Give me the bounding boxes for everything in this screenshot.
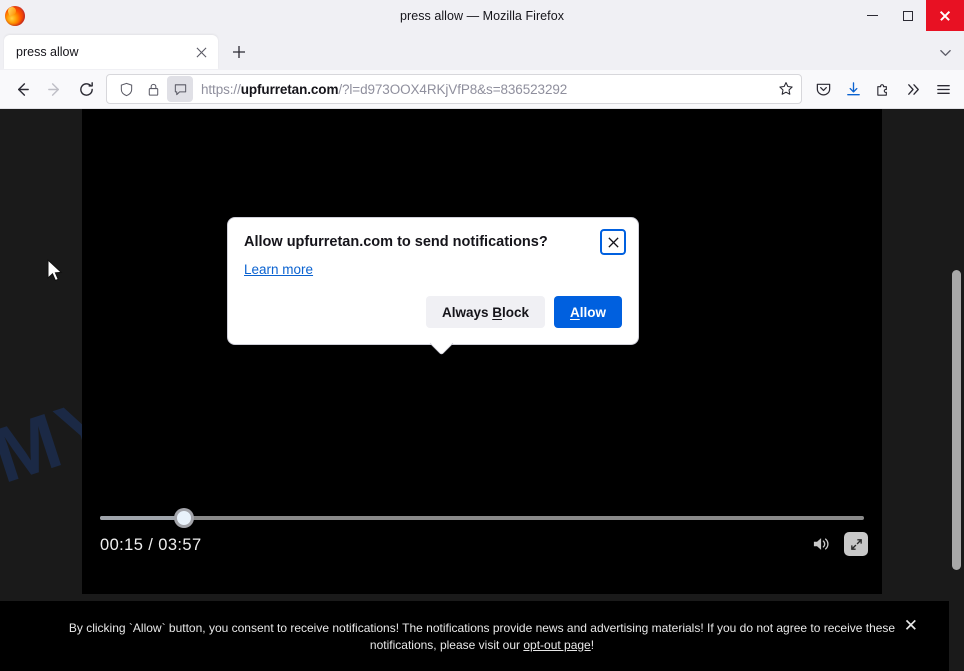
new-tab-button[interactable]: [224, 37, 254, 67]
permission-dialog-title: Allow upfurretan.com to send notificatio…: [244, 234, 548, 250]
url-path: /?l=d973OOX4RKjVfP8&s=836523292: [338, 81, 568, 97]
url-text: https://upfurretan.com/?l=d973OOX4RKjVfP…: [201, 82, 773, 97]
video-controls: 00:15 / 03:57: [82, 494, 882, 594]
overflow-chevron-icon[interactable]: [898, 74, 928, 104]
url-host: upfurretan.com: [240, 81, 339, 97]
tab-close-icon[interactable]: [190, 41, 212, 63]
video-control-buttons: [812, 532, 868, 556]
pocket-icon[interactable]: [808, 74, 838, 104]
video-time-display: 00:15 / 03:57: [100, 536, 202, 554]
hamburger-menu-icon[interactable]: [928, 74, 958, 104]
window-close-button[interactable]: [926, 0, 964, 31]
consent-banner-close-icon[interactable]: ✕: [904, 617, 918, 634]
window-controls: [854, 0, 964, 31]
learn-more-link[interactable]: Learn more: [244, 262, 313, 277]
lock-icon[interactable]: [140, 76, 166, 102]
video-player[interactable]: 00:15 / 03:57: [82, 109, 882, 594]
video-seek-handle[interactable]: [174, 508, 195, 528]
allow-button[interactable]: Allow: [554, 296, 622, 328]
window-minimize-button[interactable]: [854, 0, 890, 31]
reload-button[interactable]: [70, 73, 102, 105]
opt-out-link[interactable]: opt-out page: [523, 638, 590, 652]
video-seek-bar[interactable]: [100, 508, 864, 528]
mouse-cursor: [47, 259, 63, 282]
notification-permission-icon[interactable]: [167, 76, 193, 102]
download-icon[interactable]: [838, 74, 868, 104]
tab-label: press allow: [16, 45, 79, 59]
consent-text-part2: !: [590, 637, 595, 652]
shield-icon[interactable]: [113, 76, 139, 102]
forward-button: [38, 73, 70, 105]
bookmark-star-icon[interactable]: [773, 76, 799, 102]
window-maximize-button[interactable]: [890, 0, 926, 31]
notification-permission-dialog: Allow upfurretan.com to send notificatio…: [227, 217, 639, 345]
tab-strip: press allow: [0, 31, 964, 70]
fullscreen-icon[interactable]: [844, 532, 868, 556]
firefox-logo-icon: [5, 5, 25, 26]
address-bar[interactable]: https://upfurretan.com/?l=d973OOX4RKjVfP…: [106, 74, 802, 104]
page-scrollbar-thumb[interactable]: [952, 270, 961, 570]
tab-press-allow[interactable]: press allow: [4, 35, 218, 69]
identity-box: [113, 76, 193, 102]
consent-text-part1: By clicking `Allow` button, you consent …: [68, 620, 896, 652]
page-scrollbar[interactable]: [949, 109, 964, 671]
window-titlebar: press allow — Mozilla Firefox: [0, 0, 964, 31]
permission-dialog-actions: Always Block Allow: [244, 296, 622, 328]
volume-icon[interactable]: [812, 535, 832, 553]
always-block-button[interactable]: Always Block: [425, 296, 545, 328]
permission-dialog-close-button[interactable]: [600, 229, 626, 255]
window-title: press allow — Mozilla Firefox: [400, 8, 564, 23]
extensions-icon[interactable]: [868, 74, 898, 104]
back-button[interactable]: [6, 73, 38, 105]
consent-banner-text: By clicking `Allow` button, you consent …: [62, 620, 902, 654]
video-seek-progress: [100, 516, 185, 520]
page-content: MYANTISPYWARE.COM 00:15 / 03:57: [0, 109, 964, 671]
url-scheme: https://: [201, 81, 241, 97]
list-all-tabs-button[interactable]: [930, 37, 960, 67]
navigation-toolbar: https://upfurretan.com/?l=d973OOX4RKjVfP…: [0, 70, 964, 109]
consent-banner: By clicking `Allow` button, you consent …: [0, 601, 964, 671]
